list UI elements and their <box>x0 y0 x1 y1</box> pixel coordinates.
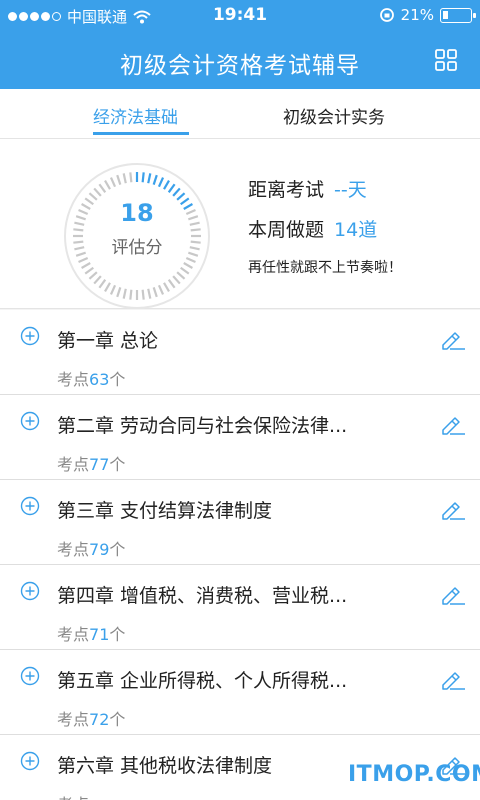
chapter-list: 第一章 总论 考点63个 第二章 劳动合同与社会保险法律... 考点77个 第三… <box>0 310 480 800</box>
score-label: 评估分 <box>111 238 163 258</box>
active-tab-indicator <box>93 132 189 135</box>
chapter-title: 第五章 企业所得税、个人所得税... <box>57 670 348 692</box>
status-bar: 中国联通 19:41 21% <box>0 0 480 32</box>
chapter-points: 考点 <box>57 791 89 800</box>
weekly-practice: 本周做题 14道 <box>248 215 377 242</box>
expand-icon[interactable] <box>20 666 40 686</box>
exam-countdown: 距离考试 --天 <box>248 175 367 202</box>
list-item[interactable]: 第五章 企业所得税、个人所得税... 考点72个 <box>0 650 480 735</box>
chapter-points: 考点72个 <box>57 710 126 729</box>
tab-economic-law[interactable]: 经济法基础 <box>93 103 178 128</box>
countdown-value: --天 <box>334 179 367 201</box>
pencil-icon[interactable] <box>440 583 466 607</box>
expand-icon[interactable] <box>20 326 40 346</box>
subject-tabs: 经济法基础 初级会计实务 <box>0 89 480 139</box>
pencil-icon[interactable] <box>440 413 466 437</box>
motivation-text: 再任性就跟不上节奏啦！ <box>248 260 402 276</box>
orientation-lock-icon <box>379 8 394 22</box>
status-right: 21% <box>379 6 476 24</box>
expand-icon[interactable] <box>20 581 40 601</box>
chapter-title: 第六章 其他税收法律制度 <box>57 755 273 777</box>
countdown-label: 距离考试 <box>248 179 325 201</box>
battery-percent: 21% <box>400 6 434 24</box>
chapter-points: 考点79个 <box>57 540 126 559</box>
page-title: 初级会计资格考试辅导 <box>120 53 360 79</box>
tab-accounting-practice[interactable]: 初级会计实务 <box>283 103 385 128</box>
weekly-value: 14道 <box>334 219 378 241</box>
pencil-icon[interactable] <box>440 668 466 692</box>
chapter-points: 考点63个 <box>57 370 126 389</box>
battery-icon <box>440 7 476 23</box>
gauge-text: 18 评估分 <box>62 161 212 311</box>
progress-summary: 18 评估分 距离考试 --天 本周做题 14道 再任性就跟不上节奏啦！ <box>0 139 480 309</box>
chapter-title: 第三章 支付结算法律制度 <box>57 500 273 522</box>
chapter-title: 第四章 增值税、消费税、营业税... <box>57 585 348 607</box>
expand-icon[interactable] <box>20 411 40 431</box>
pencil-icon[interactable] <box>440 328 466 352</box>
expand-icon[interactable] <box>20 496 40 516</box>
score-value: 18 <box>120 199 154 227</box>
expand-icon[interactable] <box>20 751 40 771</box>
chapter-title: 第二章 劳动合同与社会保险法律... <box>57 415 348 437</box>
grid-icon[interactable] <box>434 48 458 72</box>
weekly-label: 本周做题 <box>248 219 325 241</box>
chapter-points: 考点71个 <box>57 625 126 644</box>
list-item[interactable]: 第三章 支付结算法律制度 考点79个 <box>0 480 480 565</box>
nav-bar: 初级会计资格考试辅导 <box>0 32 480 89</box>
chapter-points: 考点77个 <box>57 455 126 474</box>
list-item[interactable]: 第二章 劳动合同与社会保险法律... 考点77个 <box>0 395 480 480</box>
chapter-title: 第一章 总论 <box>57 330 159 352</box>
watermark: ITMOP.COM <box>348 762 480 787</box>
list-item[interactable]: 第一章 总论 考点63个 <box>0 310 480 395</box>
pencil-icon[interactable] <box>440 498 466 522</box>
list-item[interactable]: 第四章 增值税、消费税、营业税... 考点71个 <box>0 565 480 650</box>
